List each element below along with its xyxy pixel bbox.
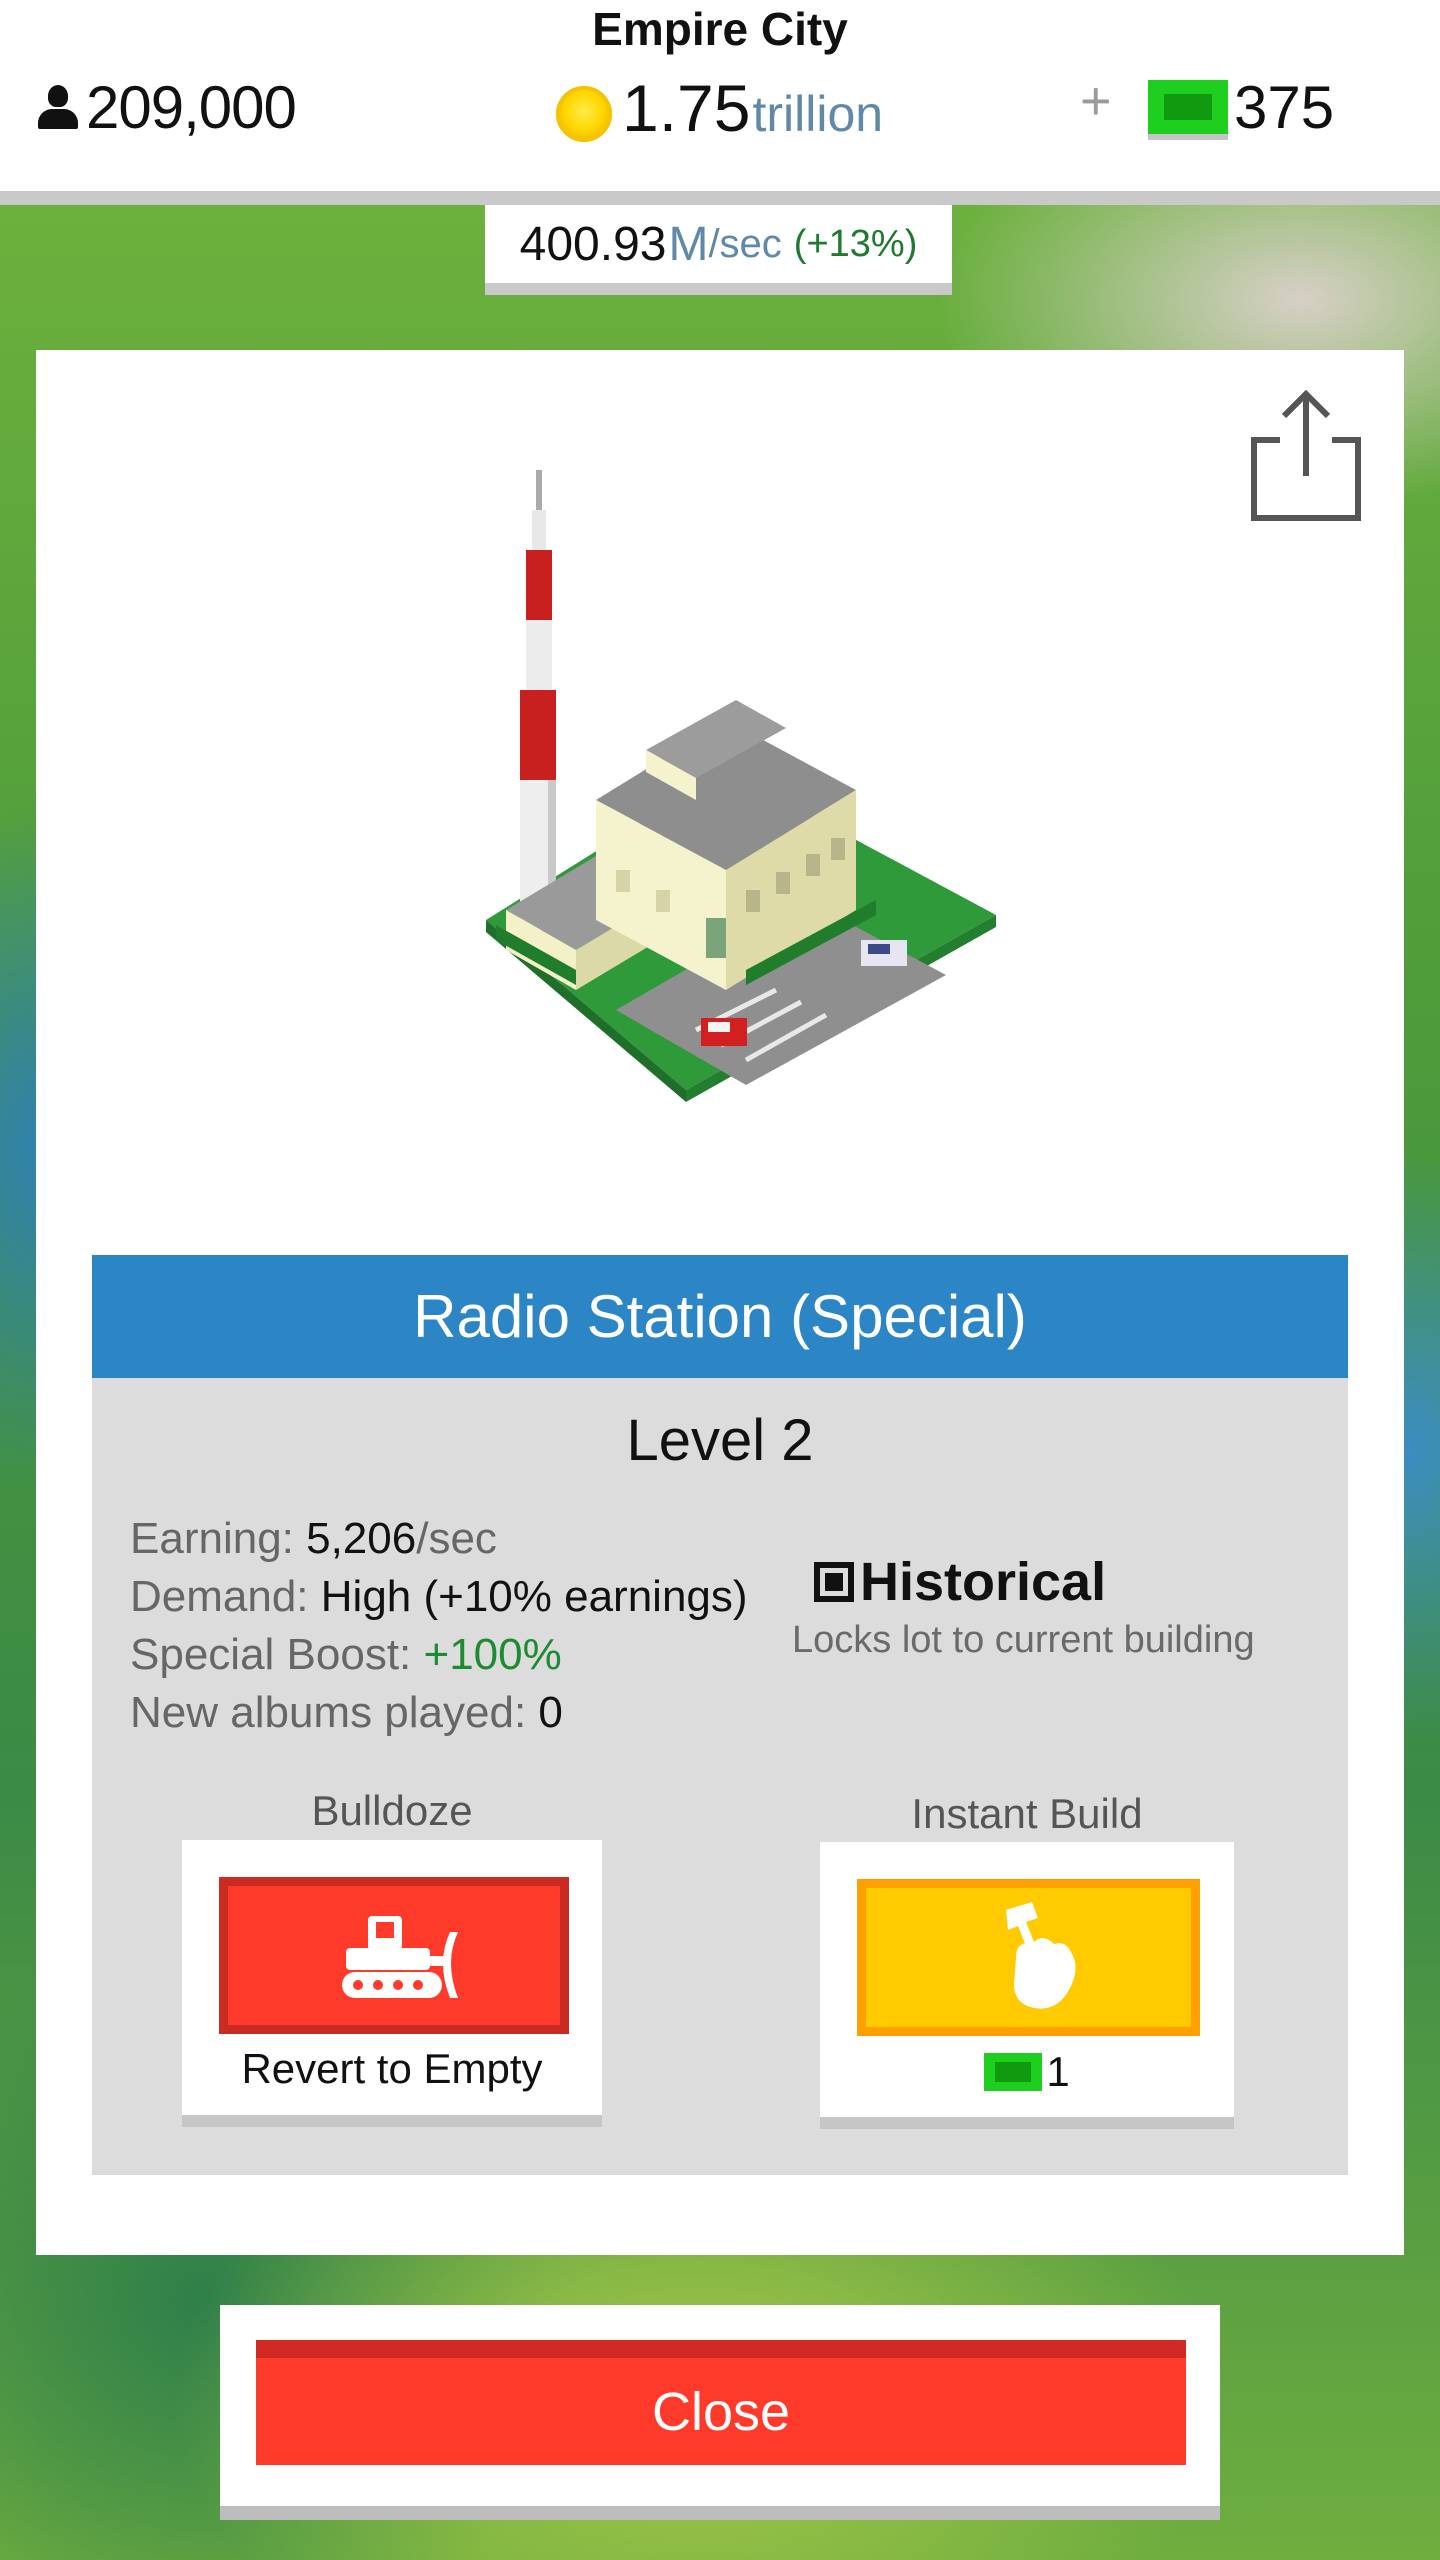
building-panel: Radio Station (Special) Level 2 Earning:…: [36, 350, 1404, 2255]
income-rate-change: (+13%): [793, 222, 918, 265]
stat-label: Earning:: [130, 1514, 307, 1563]
city-name: Empire City: [592, 3, 848, 55]
historical-toggle[interactable]: Historical: [814, 1551, 1106, 1613]
stat-value: +100%: [423, 1630, 562, 1679]
share-icon: [1251, 389, 1361, 521]
stat-earning: Earning: 5,206/sec: [130, 1510, 748, 1568]
close-button[interactable]: Close: [256, 2340, 1186, 2465]
cash-bill-icon: [984, 2053, 1043, 2091]
instant-build-cost: 1: [820, 2048, 1234, 2096]
instant-build-button[interactable]: [857, 1879, 1200, 2036]
stat-value: High (+10% earnings): [320, 1572, 748, 1621]
building-info-panel: Radio Station (Special) Level 2 Earning:…: [92, 1255, 1348, 2175]
stat-label: Special Boost:: [130, 1630, 424, 1679]
buy-cash-plus-button[interactable]: +: [1080, 70, 1112, 132]
income-rate-value: 400.93: [519, 217, 667, 271]
stat-label: Demand:: [130, 1572, 321, 1621]
bulldoze-label: Bulldoze: [311, 1787, 473, 1834]
instant-build-cost-value: 1: [1046, 2048, 1070, 2095]
historical-label: Historical: [860, 1552, 1107, 1612]
hammer-hand-icon: [1006, 1902, 1076, 2009]
stat-demand: Demand: High (+10% earnings): [130, 1568, 748, 1626]
money-counter: 1.75 trillion: [556, 70, 883, 150]
building-level: Level 2: [626, 1408, 814, 1473]
income-rate-per: /sec: [708, 221, 782, 266]
top-status-bar: Empire City 209,000 1.75 trillion + 375: [0, 0, 1440, 205]
income-rate-tab: 400.93 M /sec (+13%): [485, 205, 952, 295]
cash-bill-icon: [1148, 80, 1228, 134]
share-button[interactable]: [1246, 389, 1366, 525]
historical-checkbox[interactable]: [814, 1562, 854, 1602]
cash-counter[interactable]: 375: [1148, 72, 1334, 142]
bulldoze-button[interactable]: [219, 1877, 569, 2034]
instant-build-card: 1: [820, 1842, 1234, 2129]
building-name-header: Radio Station (Special): [92, 1255, 1348, 1378]
income-rate-unit: M: [668, 217, 709, 271]
money-unit: trillion: [752, 86, 884, 142]
close-button-container: Close: [220, 2305, 1220, 2520]
historical-description: Locks lot to current building: [792, 1619, 1255, 1661]
instant-build-label: Instant Build: [911, 1790, 1143, 1837]
population-counter: 209,000: [36, 72, 297, 142]
building-stats: Earning: 5,206/sec Demand: High (+10% ea…: [130, 1510, 748, 1742]
bulldoze-card: Revert to Empty: [182, 1840, 602, 2127]
person-icon: [36, 83, 80, 131]
radio-station-building-image: [476, 470, 1016, 1120]
cash-value: 375: [1234, 73, 1335, 141]
stat-suffix: /sec: [416, 1514, 497, 1563]
stat-special-boost: Special Boost: +100%: [130, 1626, 748, 1684]
population-value: 209,000: [86, 73, 297, 141]
stat-value: 0: [538, 1688, 563, 1737]
bulldozer-icon: [342, 1916, 458, 1998]
money-value: 1.75: [622, 71, 751, 145]
stat-new-albums: New albums played: 0: [130, 1684, 748, 1742]
revert-to-empty-label: Revert to Empty: [241, 2045, 543, 2092]
coin-icon: [556, 86, 612, 142]
stat-label: New albums played:: [130, 1688, 539, 1737]
stat-value: 5,206: [306, 1514, 417, 1563]
